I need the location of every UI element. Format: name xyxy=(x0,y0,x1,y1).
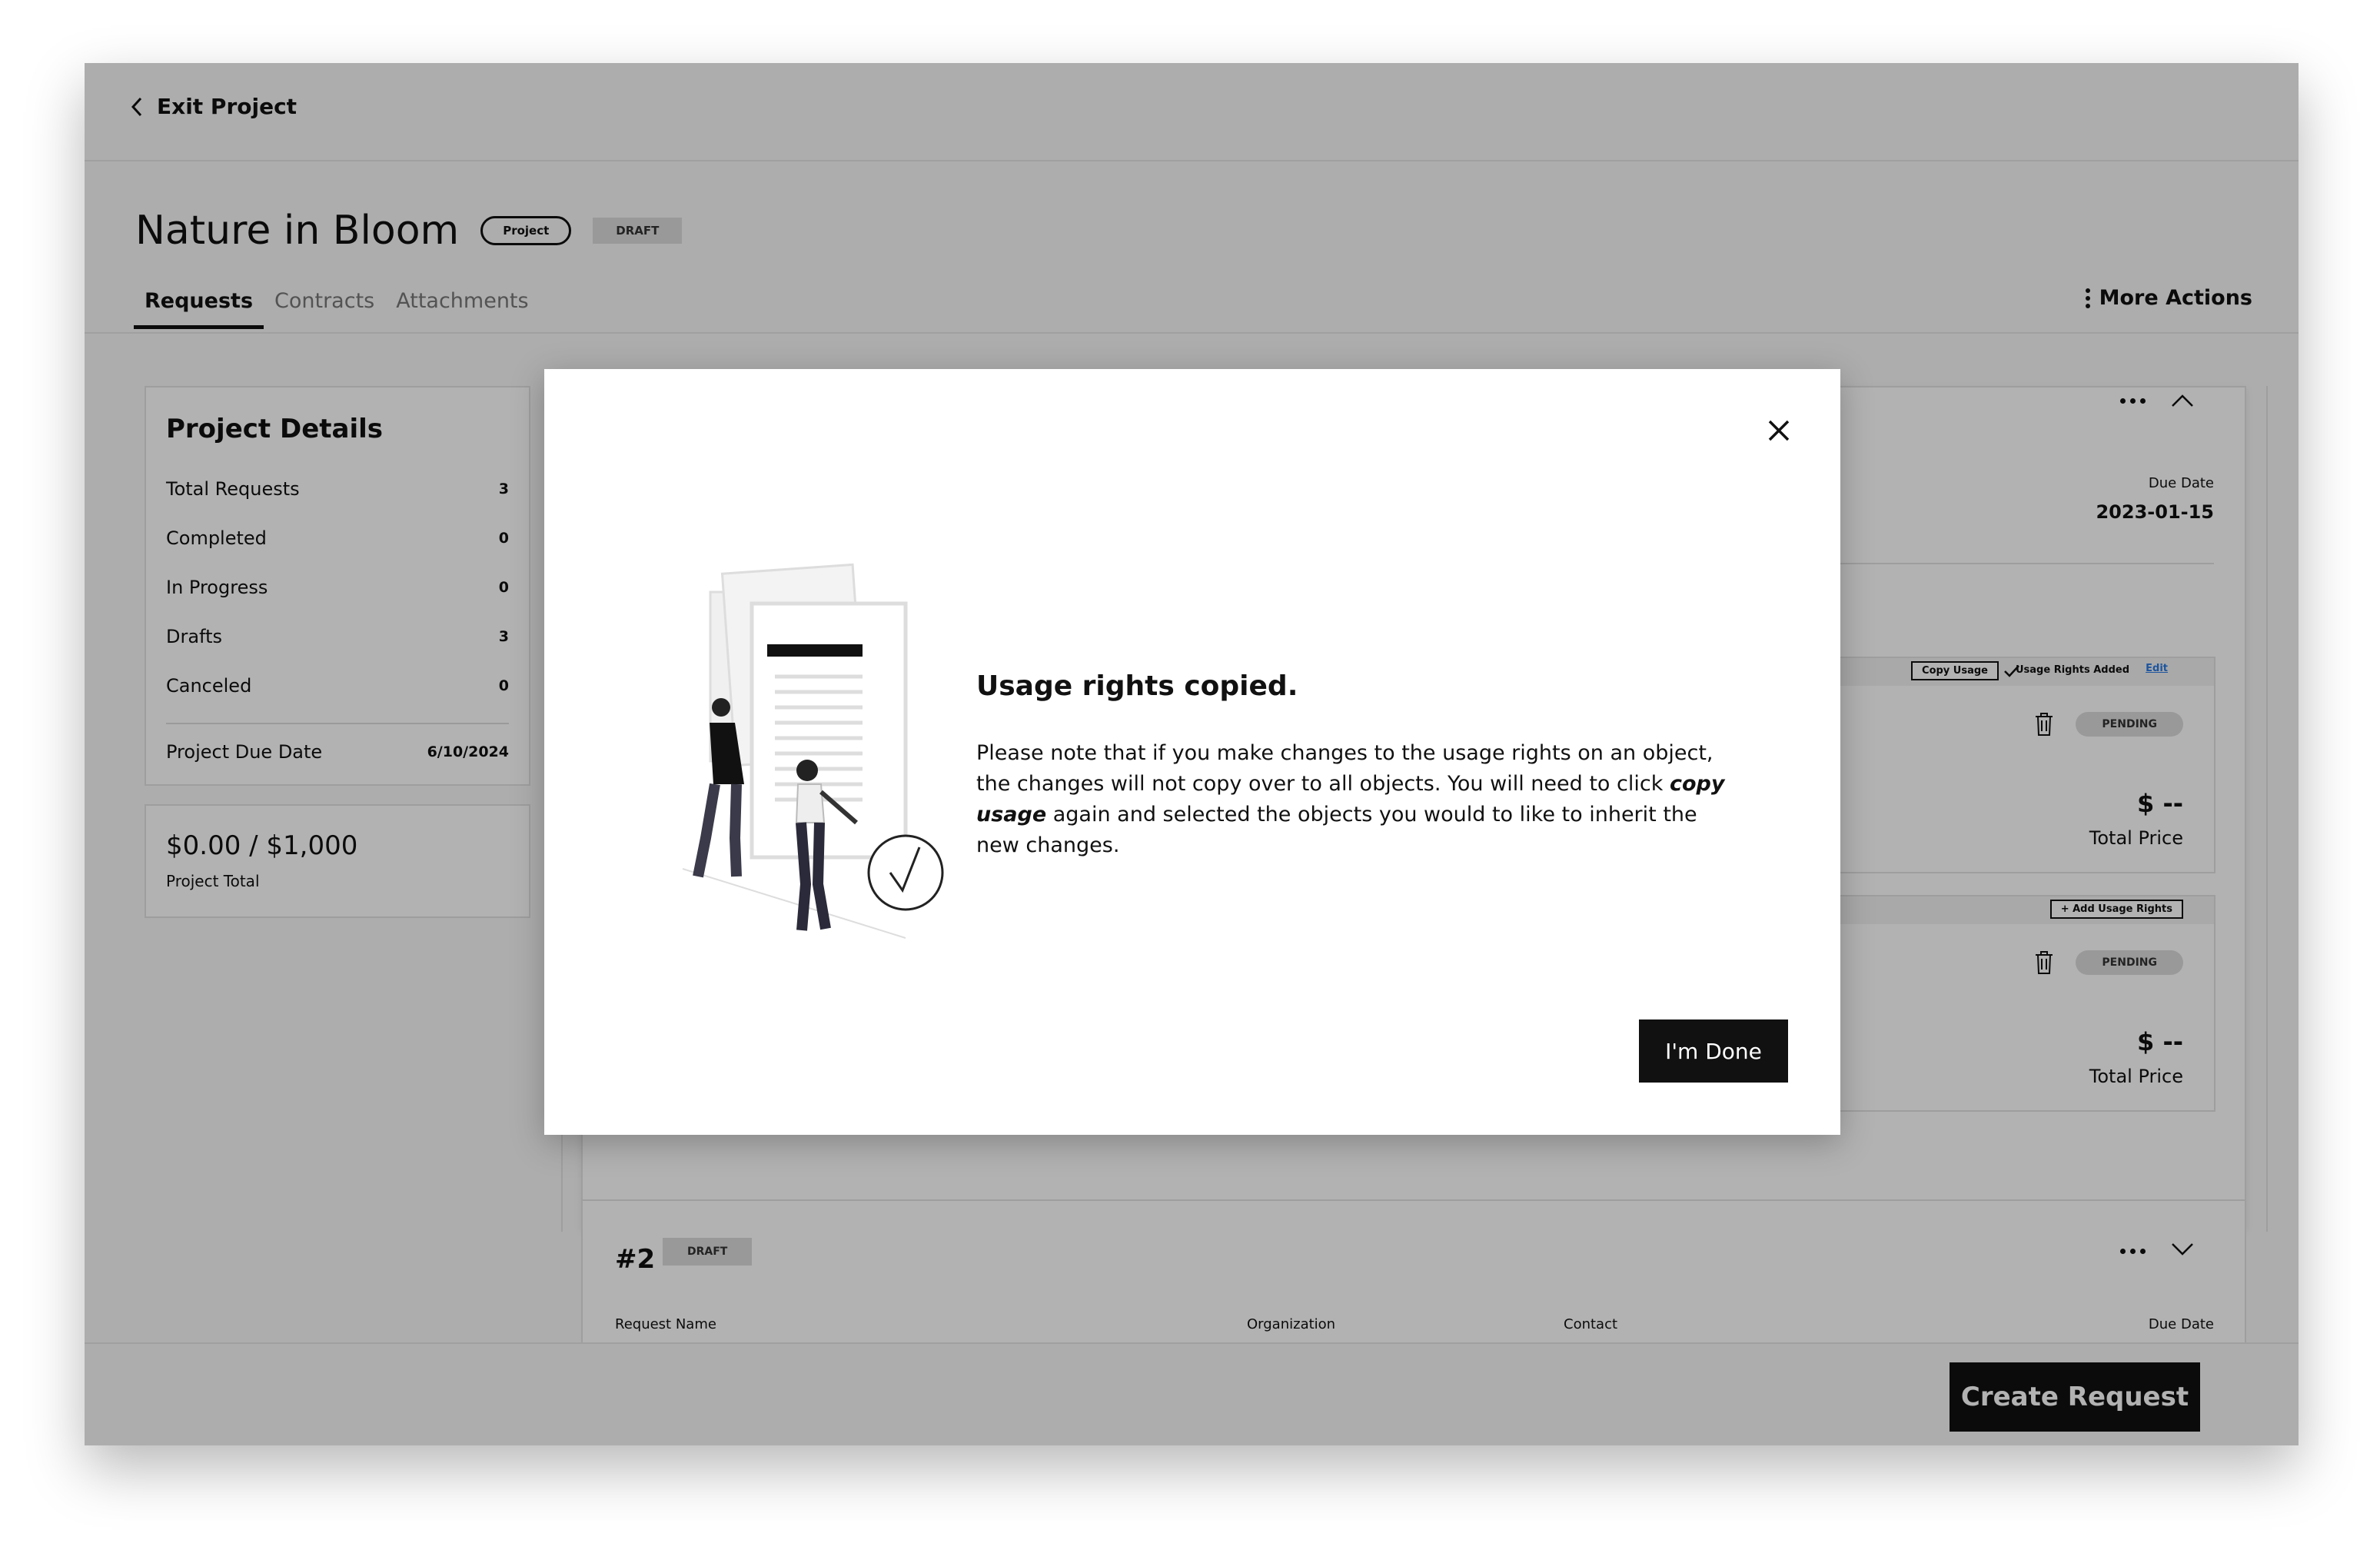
modal-body-text-end: again and selected the objects you would… xyxy=(976,803,1697,857)
app-window: Exit Project Nature in Bloom Project DRA… xyxy=(85,63,2299,1445)
close-icon[interactable] xyxy=(1763,415,1794,446)
usage-copied-modal: Usage rights copied. Please note that if… xyxy=(544,369,1840,1135)
documents-illustration xyxy=(682,563,944,939)
modal-body: Please note that if you make changes to … xyxy=(976,738,1737,861)
im-done-button[interactable]: I'm Done xyxy=(1639,1019,1788,1083)
modal-body-text: Please note that if you make changes to … xyxy=(976,741,1714,796)
modal-title: Usage rights copied. xyxy=(976,670,1298,702)
